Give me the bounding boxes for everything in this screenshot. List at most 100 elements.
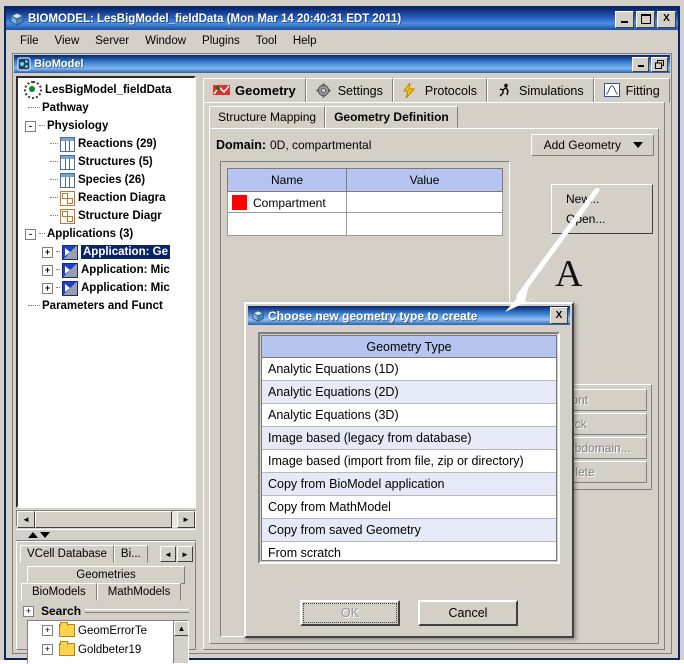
- tree-node-pathway[interactable]: Pathway: [20, 99, 194, 117]
- pane-splitter[interactable]: [16, 529, 196, 541]
- domain-value: 0D, compartmental: [270, 138, 372, 152]
- tab-bi[interactable]: Bi...: [113, 545, 148, 563]
- menu-file[interactable]: File: [12, 33, 47, 49]
- scroll-up-icon[interactable]: ▲: [174, 621, 188, 636]
- expand-icon[interactable]: +: [42, 264, 53, 276]
- mdi-minimize-button[interactable]: [632, 56, 649, 72]
- list-item[interactable]: From scratch: [262, 542, 556, 560]
- tree-node-application-mic-1[interactable]: + Application: Mic: [20, 261, 194, 279]
- list-item[interactable]: Analytic Equations (1D): [262, 358, 556, 381]
- tab-label: Protocols: [424, 83, 477, 98]
- tab-prev-icon[interactable]: ◄: [160, 546, 176, 562]
- tree-node-application-mic-2[interactable]: + Application: Mic: [20, 279, 194, 297]
- tree-node-label: Reactions (29): [78, 138, 157, 150]
- mdi-title-text: BioModel: [34, 58, 84, 70]
- collapse-icon[interactable]: -: [25, 120, 36, 132]
- menu-view[interactable]: View: [47, 33, 88, 49]
- minimize-button[interactable]: [615, 10, 634, 28]
- close-button[interactable]: X: [657, 10, 676, 28]
- tab-biomodels[interactable]: BioModels: [21, 583, 97, 601]
- gear-icon: [316, 83, 333, 98]
- list-item[interactable]: Image based (legacy from database): [262, 427, 556, 450]
- scroll-right-icon[interactable]: ►: [177, 511, 195, 528]
- splitter-down-icon[interactable]: [40, 532, 50, 538]
- ok-button[interactable]: OK: [300, 600, 400, 626]
- tab-label: Simulations: [518, 83, 584, 98]
- list-column-header[interactable]: Geometry Type: [262, 336, 556, 358]
- list-item[interactable]: + Goldbeter19: [28, 640, 188, 659]
- database-tree-scrollbar[interactable]: ▲: [173, 621, 188, 663]
- folder-icon: [59, 622, 75, 637]
- domain-row: Domain: 0D, compartmental Add Geometry: [210, 129, 658, 157]
- search-expand-icon[interactable]: +: [23, 605, 34, 617]
- list-item[interactable]: + GeomErrorTe: [28, 621, 188, 640]
- cancel-button[interactable]: Cancel: [418, 600, 518, 626]
- tab-fitting[interactable]: Fitting: [593, 78, 670, 103]
- tree-node-reactions[interactable]: Reactions (29): [20, 135, 194, 153]
- expand-icon[interactable]: +: [42, 282, 53, 294]
- scroll-left-icon[interactable]: ◄: [17, 511, 35, 528]
- list-item[interactable]: Copy from BioModel application: [262, 473, 556, 496]
- tab-protocols[interactable]: Protocols: [392, 78, 487, 103]
- list-item[interactable]: Copy from MathModel: [262, 496, 556, 519]
- scrollbar-thumb[interactable]: [35, 511, 172, 528]
- tree-node-parameters-and-functions[interactable]: Parameters and Funct: [20, 297, 194, 315]
- expand-icon[interactable]: +: [42, 246, 53, 258]
- list-item[interactable]: Analytic Equations (2D): [262, 381, 556, 404]
- diagram-icon: [60, 190, 75, 206]
- column-header-name[interactable]: Name: [227, 168, 347, 192]
- application-icon: [62, 280, 78, 296]
- tab-next-icon[interactable]: ►: [177, 546, 193, 562]
- list-item[interactable]: Copy from saved Geometry: [262, 519, 556, 542]
- tree-horizontal-scrollbar[interactable]: ◄ ►: [16, 510, 196, 528]
- menu-window[interactable]: Window: [137, 33, 194, 49]
- tab-settings[interactable]: Settings: [305, 78, 393, 103]
- expand-icon[interactable]: +: [42, 625, 53, 636]
- tree-node-reaction-diagram[interactable]: Reaction Diagra: [20, 189, 194, 207]
- column-header-value[interactable]: Value: [346, 168, 503, 192]
- biomodel-small-icon: [251, 309, 265, 323]
- tree-node-species[interactable]: Species (26): [20, 171, 194, 189]
- add-geometry-menu[interactable]: New... Open...: [551, 184, 653, 234]
- table-cell-name[interactable]: Compartment: [227, 191, 347, 213]
- tab-vcell-database[interactable]: VCell Database: [20, 545, 114, 563]
- tab-simulations[interactable]: Simulations: [486, 78, 594, 103]
- list-item[interactable]: Analytic Equations (3D): [262, 404, 556, 427]
- menu-tool[interactable]: Tool: [248, 33, 285, 49]
- tree-node-physiology[interactable]: - Physiology: [20, 117, 194, 135]
- geometries-button[interactable]: Geometries: [27, 566, 185, 584]
- tree-node-structure-diagram[interactable]: Structure Diagr: [20, 207, 194, 225]
- splitter-up-icon[interactable]: [28, 532, 38, 538]
- add-geometry-button[interactable]: Add Geometry: [530, 134, 654, 156]
- tree-node-application-geometry[interactable]: + Application: Ge: [20, 243, 194, 261]
- tree-node-model[interactable]: LesBigModel_fieldDatа: [20, 81, 194, 99]
- search-label: Search: [41, 604, 82, 618]
- subtab-structure-mapping[interactable]: Structure Mapping: [209, 106, 326, 128]
- tree-node-applications[interactable]: - Applications (3): [20, 225, 194, 243]
- expand-icon[interactable]: +: [42, 644, 53, 655]
- mdi-restore-button[interactable]: [651, 56, 668, 72]
- tree-node-structures[interactable]: Structures (5): [20, 153, 194, 171]
- color-swatch: [232, 194, 247, 210]
- tab-geometry[interactable]: Geometry: [203, 78, 306, 103]
- database-tree[interactable]: + GeomErrorTe + Goldbeter19 ▲: [27, 620, 189, 664]
- menu-item-open[interactable]: Open...: [552, 209, 652, 229]
- collapse-icon[interactable]: -: [25, 228, 36, 240]
- subtab-geometry-definition[interactable]: Geometry Definition: [325, 106, 458, 128]
- maximize-button[interactable]: [636, 10, 655, 28]
- menu-help[interactable]: Help: [285, 33, 325, 49]
- model-type-tabs: BioModels MathModels: [17, 583, 195, 601]
- menu-plugins[interactable]: Plugins: [194, 33, 248, 49]
- model-tree[interactable]: LesBigModel_fieldDatа Pathway - Physiolo…: [16, 76, 196, 508]
- geometry-table: Name Value Compartment: [227, 168, 503, 236]
- tree-node-label: Structure Diagr: [78, 210, 162, 222]
- table-cell-value[interactable]: [346, 191, 503, 213]
- list-item[interactable]: Image based (import from file, zip or di…: [262, 450, 556, 473]
- dialog-close-button[interactable]: X: [550, 307, 568, 324]
- menu-server[interactable]: Server: [87, 33, 137, 49]
- menu-item-new[interactable]: New...: [552, 189, 652, 209]
- scrollbar-track[interactable]: [35, 511, 177, 528]
- geometry-type-list[interactable]: Geometry Type Analytic Equations (1D) An…: [261, 335, 557, 561]
- tab-mathmodels[interactable]: MathModels: [96, 583, 182, 601]
- table-row[interactable]: Compartment: [227, 191, 503, 213]
